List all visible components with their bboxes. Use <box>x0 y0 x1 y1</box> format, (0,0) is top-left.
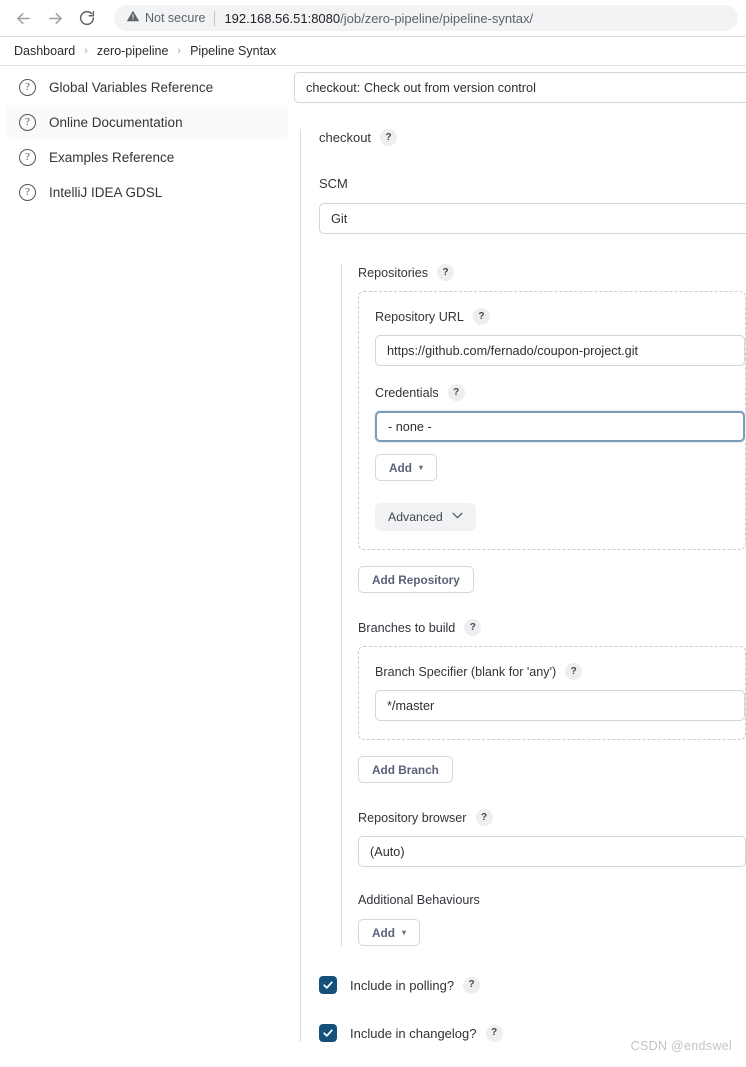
repository-url-value: https://github.com/fernado/coupon-projec… <box>387 343 639 358</box>
branch-specifier-value: */master <box>387 698 435 713</box>
repository-url-label-row: Repository URL ? <box>375 308 745 325</box>
repositories-label: Repositories <box>358 265 428 280</box>
repository-browser-label: Repository browser <box>358 810 467 825</box>
credentials-select[interactable]: - none - <box>375 411 745 442</box>
include-in-changelog-checkbox[interactable] <box>319 1024 337 1042</box>
forward-icon[interactable] <box>40 3 70 33</box>
omnibox-divider <box>214 10 216 26</box>
sidebar-item-examples-reference[interactable]: ? Examples Reference <box>6 140 288 175</box>
help-icon[interactable]: ? <box>437 264 454 281</box>
question-circle-icon: ? <box>19 79 36 96</box>
branch-specifier-input[interactable]: */master <box>375 690 745 721</box>
breadcrumb: Dashboard › zero-pipeline › Pipeline Syn… <box>0 37 746 65</box>
question-circle-icon: ? <box>19 184 36 201</box>
sidebar-item-label: Global Variables Reference <box>49 80 214 95</box>
sidebar-item-intellij-idea-gdsl[interactable]: ? IntelliJ IDEA GDSL <box>6 175 288 210</box>
breadcrumb-item-pipeline-syntax[interactable]: Pipeline Syntax <box>190 44 276 58</box>
checkout-section: checkout ? SCM Git Repositories ? Reposi… <box>300 129 746 1042</box>
security-label: Not secure <box>145 11 206 25</box>
additional-behaviours-label: Additional Behaviours <box>358 893 480 907</box>
include-in-polling-label: Include in polling? <box>350 977 455 993</box>
repositories-label-row: Repositories ? <box>358 264 746 281</box>
back-icon[interactable] <box>8 3 38 33</box>
repository-browser-value: (Auto) <box>370 844 405 859</box>
include-in-changelog-label-group: Include in changelog? ? <box>350 1024 503 1042</box>
help-icon[interactable]: ? <box>565 663 583 680</box>
breadcrumb-item-zero-pipeline[interactable]: zero-pipeline <box>97 44 169 58</box>
branch-entry: Branch Specifier (blank for 'any') ? */m… <box>358 646 746 740</box>
repository-entry: Repository URL ? https://github.com/fern… <box>358 291 746 550</box>
warning-triangle-icon <box>126 9 140 28</box>
scm-label: SCM <box>319 176 348 191</box>
browser-toolbar: Not secure 192.168.56.51:8080/job/zero-p… <box>0 0 746 36</box>
help-icon[interactable]: ? <box>464 619 482 636</box>
url-host: 192.168.56.51:8080 <box>224 10 341 26</box>
sidebar: ? Global Variables Reference ? Online Do… <box>0 66 294 210</box>
additional-behaviours-label-row: Additional Behaviours <box>358 893 746 907</box>
question-circle-icon: ? <box>19 149 36 166</box>
help-icon[interactable]: ? <box>380 129 398 146</box>
credentials-label-row: Credentials ? <box>375 384 745 401</box>
branch-specifier-label: Branch Specifier (blank for 'any') <box>375 664 557 679</box>
repositories-block: Repositories ? Repository URL ? https://… <box>341 264 746 946</box>
breadcrumb-separator: › <box>84 45 88 57</box>
advanced-label: Advanced <box>388 510 443 524</box>
repository-browser-select[interactable]: (Auto) <box>358 836 746 867</box>
sidebar-item-label: Examples Reference <box>49 150 175 165</box>
add-repository-button[interactable]: Add Repository <box>358 566 474 593</box>
step-select[interactable]: checkout: Check out from version control <box>294 72 746 103</box>
credentials-label: Credentials <box>375 385 439 400</box>
add-behaviour-label: Add <box>372 925 395 940</box>
url-text: 192.168.56.51:8080/job/zero-pipeline/pip… <box>224 11 533 26</box>
help-icon[interactable]: ? <box>447 384 465 401</box>
scm-label-row: SCM <box>319 176 746 191</box>
help-icon[interactable]: ? <box>463 976 481 994</box>
address-bar[interactable]: Not secure 192.168.56.51:8080/job/zero-p… <box>114 5 738 31</box>
help-icon[interactable]: ? <box>485 1024 503 1042</box>
watermark: CSDN @endswel <box>630 1039 732 1053</box>
page-body: ? Global Variables Reference ? Online Do… <box>0 66 746 1067</box>
scm-select[interactable]: Git <box>319 203 746 234</box>
include-in-polling-checkbox[interactable] <box>319 976 337 994</box>
include-in-polling-label-group: Include in polling? ? <box>350 976 481 994</box>
sidebar-item-label: Online Documentation <box>49 115 183 130</box>
add-repository-label: Add Repository <box>372 572 460 587</box>
add-behaviour-button[interactable]: Add ▾ <box>358 919 420 946</box>
security-indicator[interactable]: Not secure <box>126 9 205 28</box>
help-icon[interactable]: ? <box>472 308 490 325</box>
branches-label: Branches to build <box>358 620 456 635</box>
chevron-down-icon <box>452 512 463 522</box>
url-path: /job/zero-pipeline/pipeline-syntax/ <box>340 10 534 26</box>
caret-down-icon: ▾ <box>401 927 406 937</box>
caret-down-icon: ▾ <box>418 462 423 472</box>
step-select-value: checkout: Check out from version control <box>306 80 536 95</box>
add-credentials-button[interactable]: Add ▾ <box>375 454 437 481</box>
include-in-polling-row[interactable]: Include in polling? ? <box>319 976 746 994</box>
step-form: checkout: Check out from version control… <box>294 66 746 1042</box>
add-branch-button[interactable]: Add Branch <box>358 756 453 783</box>
repository-url-input[interactable]: https://github.com/fernado/coupon-projec… <box>375 335 745 366</box>
advanced-toggle-button[interactable]: Advanced <box>375 503 476 531</box>
add-credentials-label: Add <box>389 460 412 475</box>
reload-icon[interactable] <box>72 3 102 33</box>
branches-label-row: Branches to build ? <box>358 619 746 636</box>
include-in-changelog-label: Include in changelog? <box>350 1025 477 1041</box>
checkout-title: checkout ? <box>319 129 746 146</box>
help-icon[interactable]: ? <box>475 809 493 826</box>
question-circle-icon: ? <box>19 114 36 131</box>
sidebar-item-online-documentation[interactable]: ? Online Documentation <box>6 105 288 140</box>
add-branch-label: Add Branch <box>372 762 439 777</box>
sidebar-item-global-variables-reference[interactable]: ? Global Variables Reference <box>6 70 288 105</box>
scm-value: Git <box>331 211 348 226</box>
branch-specifier-label-row: Branch Specifier (blank for 'any') ? <box>375 663 745 680</box>
breadcrumb-item-dashboard[interactable]: Dashboard <box>14 44 75 58</box>
repository-browser-label-row: Repository browser ? <box>358 809 746 826</box>
sidebar-item-label: IntelliJ IDEA GDSL <box>49 185 163 200</box>
repository-url-label: Repository URL <box>375 309 464 324</box>
credentials-value: - none - <box>388 419 432 434</box>
checkout-title-label: checkout <box>319 130 372 145</box>
breadcrumb-separator: › <box>177 45 182 57</box>
